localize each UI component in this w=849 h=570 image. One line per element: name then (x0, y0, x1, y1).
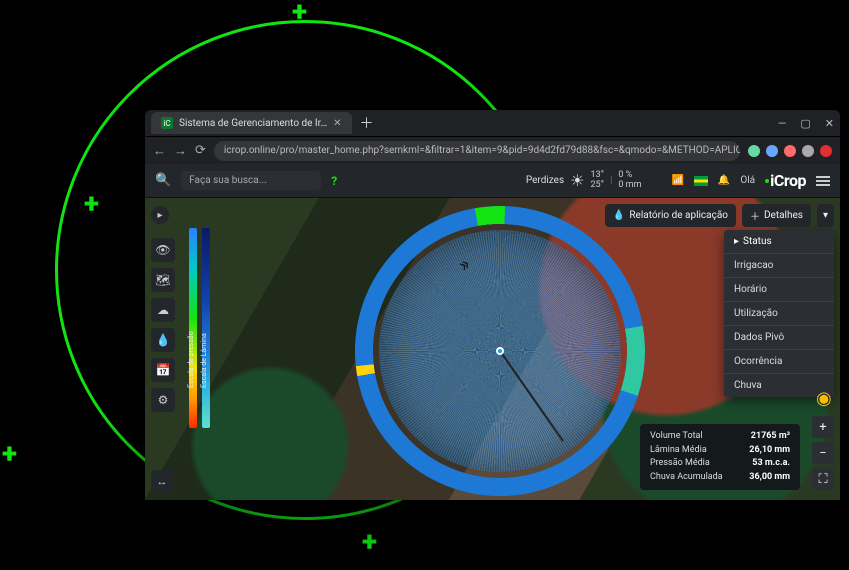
droplet-icon: 💧 (613, 210, 625, 221)
url-text: icrop.online/pro/master_home.php?semkml=… (224, 145, 740, 156)
decor-plus: + (84, 190, 99, 218)
legend-pressure-label: Escala de pressão (187, 331, 195, 388)
stats-panel: Volume Total 21765 m³ Lâmina Média 26,10… (640, 424, 800, 490)
stats-row: Chuva Acumulada 36,00 mm (650, 471, 790, 485)
decor-plus: + (362, 528, 377, 556)
stats-row: Pressão Média 53 m.c.a. (650, 457, 790, 471)
zoom-in-button[interactable]: + (812, 416, 834, 438)
search-input[interactable]: Faça sua busca... (181, 171, 321, 190)
bell-icon[interactable]: 🔔 (718, 175, 730, 186)
window-close-button[interactable]: ✕ (825, 117, 834, 130)
nav-fwd-icon[interactable]: → (174, 143, 187, 159)
help-icon[interactable]: ? (331, 174, 337, 188)
map-measure-button[interactable]: ↔ (151, 470, 173, 492)
new-tab-button[interactable]: ＋ (360, 113, 374, 133)
browser-window: iC Sistema de Gerenciamento de Ir… ✕ ＋ —… (145, 110, 840, 500)
decor-plus: + (292, 0, 307, 26)
stats-row: Lâmina Média 26,10 mm (650, 444, 790, 458)
zoom-controls: + − ⛶ (812, 416, 834, 490)
plus-icon: ＋ (750, 208, 760, 223)
temp-lo: 25° (590, 181, 603, 191)
pivot-center-icon (496, 347, 504, 355)
tool-water[interactable]: 💧 (151, 328, 175, 352)
tool-map[interactable]: 🗺 (151, 268, 175, 292)
search-icon: 🔍 (155, 173, 171, 188)
app-header: 🔍 Faça sua busca... ? Perdizes ☀ 13° 25°… (145, 164, 840, 198)
ext-icon[interactable] (784, 145, 796, 157)
report-button[interactable]: 💧 Relatório de aplicação (605, 204, 736, 227)
greeting: Olá (740, 175, 755, 186)
menu-icon[interactable] (816, 176, 830, 186)
brand-logo: iCrop (765, 171, 806, 190)
map-view[interactable]: ▸ 👁 🗺 ☁ 💧 📅 ⚙ Escala de pressão Escala d… (145, 198, 840, 500)
signal-icon: 📶 (671, 175, 683, 186)
address-bar: ← → ⟳ icrop.online/pro/master_home.php?s… (145, 136, 840, 164)
details-dropdown: ▸ Status Irrigacao Horário Utilização Da… (724, 230, 834, 397)
record-icon[interactable] (820, 145, 832, 157)
dropdown-item-horario[interactable]: Horário (724, 278, 834, 302)
dropdown-item-dados-pivo[interactable]: Dados Pivô (724, 326, 834, 350)
search-placeholder: Faça sua busca... (189, 175, 266, 186)
dropdown-item-irrigacao[interactable]: Irrigacao (724, 254, 834, 278)
window-minimize-button[interactable]: — (778, 117, 787, 130)
left-toolbar: 👁 🗺 ☁ 💧 📅 ⚙ (151, 238, 175, 412)
extension-icons (748, 145, 832, 157)
browser-tab[interactable]: iC Sistema de Gerenciamento de Ir… ✕ (151, 112, 352, 134)
tool-calendar[interactable]: 📅 (151, 358, 175, 382)
nav-back-icon[interactable]: ← (153, 143, 166, 159)
decor-plus: + (2, 440, 17, 468)
tab-close-icon[interactable]: ✕ (333, 118, 341, 129)
stat-value: 21765 m³ (751, 430, 790, 444)
chevron-right-icon: ▸ (734, 236, 739, 247)
fullscreen-button[interactable]: ⛶ (812, 468, 834, 490)
streetview-pegman-icon[interactable]: ◉ (816, 388, 834, 412)
sidebar-collapse-button[interactable]: ▸ (151, 206, 169, 224)
weather-location: Perdizes (526, 175, 564, 186)
map-top-right-controls: 💧 Relatório de aplicação ＋ Detalhes ▾ (605, 204, 834, 227)
tool-settings[interactable]: ⚙ (151, 388, 175, 412)
pivot-circle[interactable]: » (355, 206, 645, 496)
stat-value: 36,00 mm (749, 471, 790, 485)
legend-lamina-scale (202, 228, 210, 428)
titlebar: iC Sistema de Gerenciamento de Ir… ✕ ＋ —… (145, 110, 840, 136)
dropdown-header[interactable]: ▸ Status (724, 230, 834, 254)
zoom-out-button[interactable]: − (812, 442, 834, 464)
legend-pressure-scale (189, 228, 197, 428)
legend-lamina-label: Escala de Lâmina (200, 333, 208, 388)
weather-icon: ☀ (570, 171, 584, 190)
report-label: Relatório de aplicação (629, 210, 728, 221)
ext-icon[interactable] (802, 145, 814, 157)
weather-widget: Perdizes ☀ 13° 25° | 0 % 0 mm (526, 171, 642, 191)
stat-label: Lâmina Média (650, 444, 707, 458)
stat-label: Pressão Média (650, 457, 710, 471)
tab-title: Sistema de Gerenciamento de Ir… (179, 118, 327, 129)
dropdown-item-ocorrencia[interactable]: Ocorrência (724, 350, 834, 374)
flag-icon[interactable] (694, 176, 708, 186)
filter-button[interactable]: ▾ (817, 204, 834, 227)
window-maximize-button[interactable]: ▢ (800, 117, 810, 130)
details-label: Detalhes (764, 210, 803, 221)
tool-weather[interactable]: ☁ (151, 298, 175, 322)
stat-label: Chuva Acumulada (650, 471, 723, 485)
stats-row: Volume Total 21765 m³ (650, 430, 790, 444)
favicon-icon: iC (161, 117, 173, 129)
ext-icon[interactable] (748, 145, 760, 157)
tool-view[interactable]: 👁 (151, 238, 175, 262)
stat-value: 53 m.c.a. (752, 457, 790, 471)
dropdown-item-utilizacao[interactable]: Utilização (724, 302, 834, 326)
nav-reload-icon[interactable]: ⟳ (195, 143, 206, 158)
url-field[interactable]: icrop.online/pro/master_home.php?semkml=… (214, 141, 740, 161)
stat-value: 26,10 mm (749, 444, 790, 458)
ext-icon[interactable] (766, 145, 778, 157)
stat-label: Volume Total (650, 430, 703, 444)
filter-icon: ▾ (823, 210, 828, 221)
legend: Escala de pressão Escala de Lâmina (189, 228, 212, 428)
rain-mm: 0 mm (618, 181, 641, 191)
details-button[interactable]: ＋ Detalhes (742, 204, 811, 227)
